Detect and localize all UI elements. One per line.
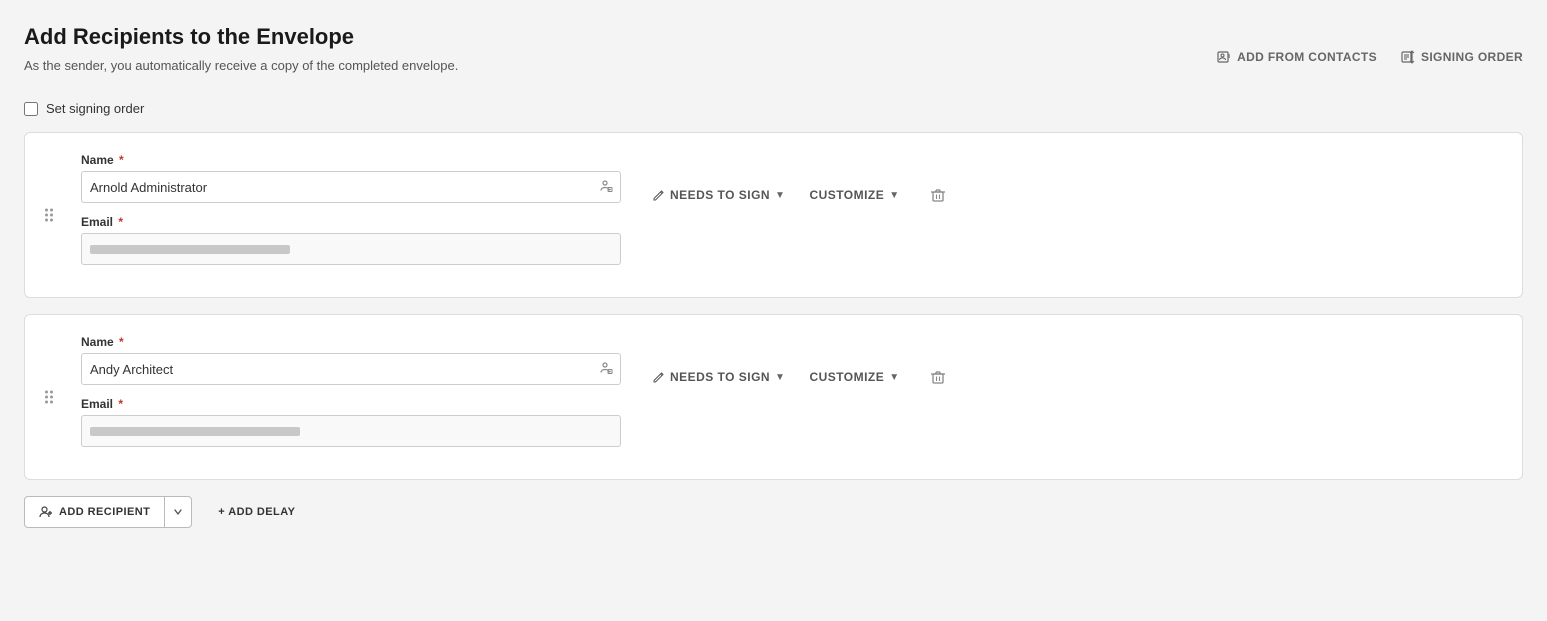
pencil-icon-2 — [653, 371, 665, 383]
email-field-group-1: Email * — [81, 215, 621, 265]
header-actions: ADD FROM CONTACTS SIGNING ORDER — [1217, 50, 1523, 64]
needs-to-sign-chevron-1: ▼ — [775, 190, 785, 201]
recipient-card-2: Name * — [24, 314, 1523, 480]
recipient-card-1: Name * — [24, 132, 1523, 298]
name-input-wrapper-1 — [81, 171, 621, 203]
needs-to-sign-label-1: NEEDS TO SIGN — [670, 188, 770, 202]
add-recipient-button[interactable]: ADD RECIPIENT — [25, 497, 165, 527]
add-from-contacts-label: ADD FROM CONTACTS — [1237, 50, 1377, 64]
signing-order-button[interactable]: SIGNING ORDER — [1401, 50, 1523, 64]
name-label-1: Name * — [81, 153, 621, 167]
drag-handle-2[interactable] — [45, 391, 53, 404]
customize-label-1: CUSTOMIZE — [809, 188, 884, 202]
bottom-actions-row: ADD RECIPIENT + ADD DELAY — [24, 496, 1523, 528]
recipients-list: Name * — [24, 132, 1523, 480]
email-placeholder-visual-2 — [90, 427, 300, 436]
add-recipient-label: ADD RECIPIENT — [59, 506, 150, 518]
name-label-2: Name * — [81, 335, 621, 349]
title-area: Add Recipients to the Envelope As the se… — [24, 24, 458, 89]
add-recipient-dropdown-button[interactable] — [165, 497, 191, 527]
trash-icon-1 — [930, 187, 946, 203]
signing-order-label: SIGNING ORDER — [1421, 50, 1523, 64]
needs-to-sign-chevron-2: ▼ — [775, 372, 785, 383]
email-label-2: Email * — [81, 397, 621, 411]
add-recipient-button-group: ADD RECIPIENT — [24, 496, 192, 528]
signing-order-icon — [1401, 50, 1415, 64]
add-from-contacts-button[interactable]: ADD FROM CONTACTS — [1217, 50, 1377, 64]
signing-order-checkbox[interactable] — [24, 102, 38, 116]
name-field-group-2: Name * — [81, 335, 621, 385]
actions-section-2: NEEDS TO SIGN ▼ CUSTOMIZE ▼ — [653, 335, 952, 387]
customize-chevron-2: ▼ — [889, 372, 899, 383]
name-input-wrapper-2 — [81, 353, 621, 385]
delete-recipient-button-1[interactable] — [924, 185, 952, 205]
delete-recipient-button-2[interactable] — [924, 367, 952, 387]
header-row: Add Recipients to the Envelope As the se… — [24, 24, 1523, 89]
customize-button-1[interactable]: CUSTOMIZE ▼ — [809, 188, 899, 202]
email-placeholder-visual-1 — [90, 245, 290, 254]
card-content-1: Name * — [81, 153, 1498, 277]
fields-section-1: Name * — [81, 153, 621, 277]
name-input-1[interactable] — [81, 171, 621, 203]
fields-section-2: Name * — [81, 335, 621, 459]
customize-label-2: CUSTOMIZE — [809, 370, 884, 384]
email-field-container-2 — [81, 415, 621, 447]
name-required-star-1: * — [119, 153, 124, 167]
chevron-down-icon — [173, 507, 183, 517]
needs-to-sign-label-2: NEEDS TO SIGN — [670, 370, 770, 384]
customize-chevron-1: ▼ — [889, 190, 899, 201]
signing-order-checkbox-label[interactable]: Set signing order — [46, 101, 144, 116]
contact-lookup-icon-2[interactable] — [599, 361, 613, 378]
email-field-container-1 — [81, 233, 621, 265]
card-content-2: Name * — [81, 335, 1498, 459]
contacts-icon — [1217, 50, 1231, 64]
name-input-2[interactable] — [81, 353, 621, 385]
page-title: Add Recipients to the Envelope — [24, 24, 458, 50]
actions-section-1: NEEDS TO SIGN ▼ CUSTOMIZE ▼ — [653, 153, 952, 205]
name-required-star-2: * — [119, 335, 124, 349]
name-field-group-1: Name * — [81, 153, 621, 203]
page-container: Add Recipients to the Envelope As the se… — [24, 24, 1523, 528]
signing-order-row: Set signing order — [24, 101, 1523, 116]
page-subtitle: As the sender, you automatically receive… — [24, 58, 458, 73]
email-required-star-1: * — [118, 215, 123, 229]
needs-to-sign-button-2[interactable]: NEEDS TO SIGN ▼ — [653, 370, 785, 384]
email-label-1: Email * — [81, 215, 621, 229]
add-delay-label: + ADD DELAY — [218, 506, 295, 518]
add-recipient-icon — [39, 505, 53, 519]
customize-button-2[interactable]: CUSTOMIZE ▼ — [809, 370, 899, 384]
add-delay-button[interactable]: + ADD DELAY — [204, 498, 309, 526]
email-required-star-2: * — [118, 397, 123, 411]
email-field-group-2: Email * — [81, 397, 621, 447]
contact-lookup-icon-1[interactable] — [599, 179, 613, 196]
needs-to-sign-button-1[interactable]: NEEDS TO SIGN ▼ — [653, 188, 785, 202]
pencil-icon-1 — [653, 189, 665, 201]
drag-handle-1[interactable] — [45, 209, 53, 222]
trash-icon-2 — [930, 369, 946, 385]
